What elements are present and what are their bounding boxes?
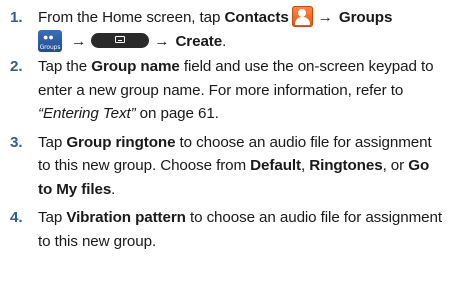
- contacts-label: Contacts: [224, 9, 289, 26]
- group-name-label: Group name: [91, 58, 180, 75]
- menu-key-icon: [91, 32, 150, 48]
- cropped-heading-fragment: [0, 0, 454, 4]
- vibration-pattern-label: Vibration pattern: [66, 209, 186, 226]
- entering-text-reference: “Entering Text”: [38, 105, 136, 122]
- group-ringtone-label: Group ringtone: [66, 133, 176, 151]
- groups-icon: ●● Groups: [38, 29, 62, 52]
- step-number: 4.: [10, 209, 23, 226]
- step-number: 2.: [10, 58, 23, 75]
- groups-label: Groups: [338, 9, 393, 26]
- default-option: Default: [250, 157, 301, 174]
- step-number: 1.: [10, 9, 23, 26]
- create-label: Create: [175, 32, 223, 50]
- step-1: 1. From the Home screen, tap Contacts → G…: [0, 6, 454, 53]
- contacts-icon: [291, 6, 313, 27]
- arrow-icon: →: [71, 32, 87, 50]
- arrow-icon: →: [317, 9, 333, 26]
- ringtones-option: Ringtones: [309, 157, 383, 174]
- arrow-icon: →: [154, 32, 170, 50]
- step-2: 2. Tap the Group name field and use the …: [0, 55, 454, 126]
- step-4: 4. Tap Vibration pattern to choose an au…: [0, 206, 454, 253]
- step-number: 3.: [10, 133, 23, 151]
- step-3: 3. Tap Group ringtone to choose an audio…: [0, 131, 454, 202]
- steps-list: 1. From the Home screen, tap Contacts → G…: [0, 6, 454, 253]
